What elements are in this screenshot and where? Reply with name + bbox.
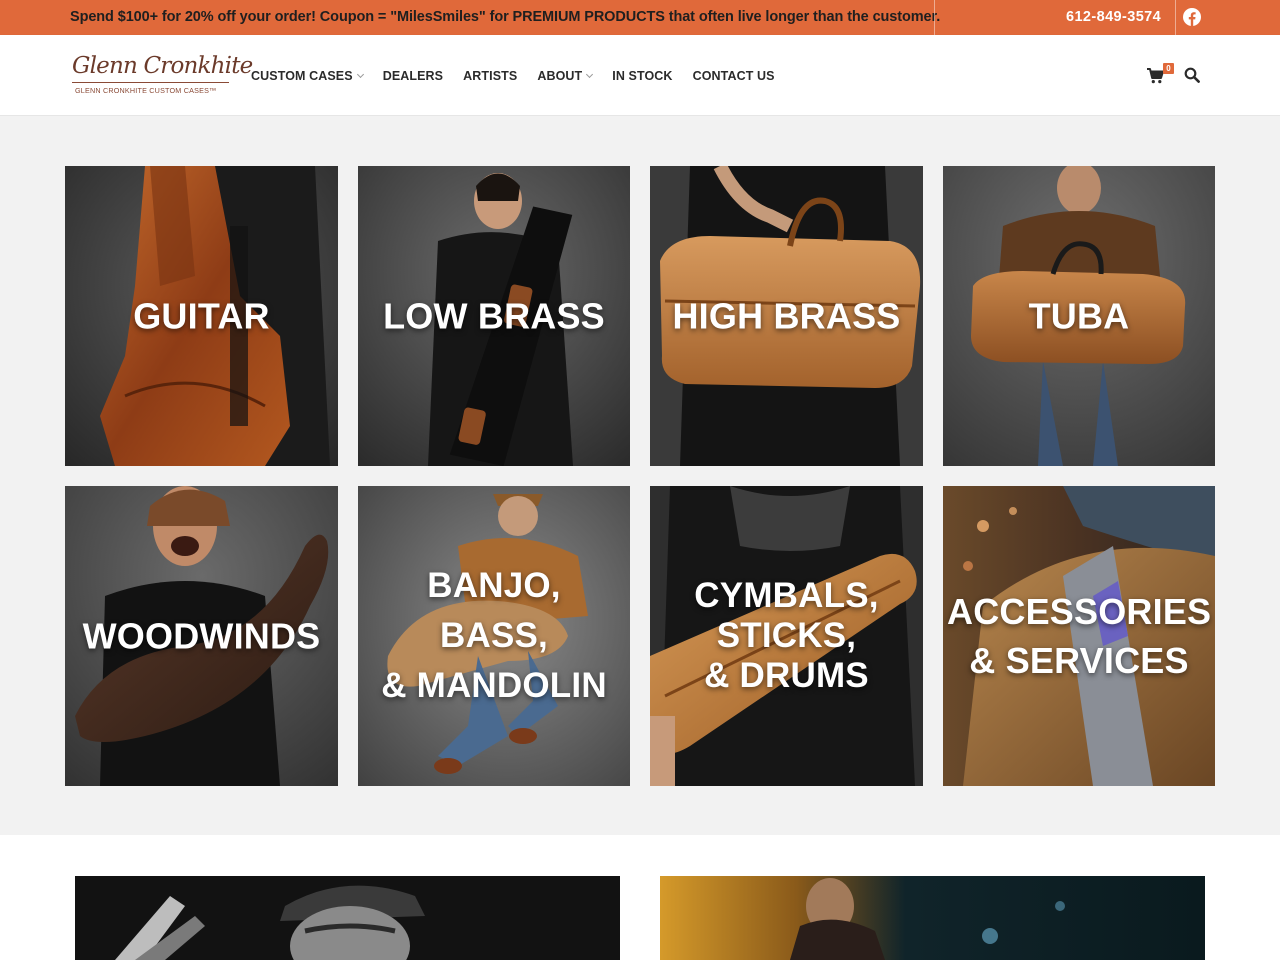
category-label: HIGH BRASS [672,295,901,337]
nav-label: ABOUT [537,68,583,83]
chevron-down-icon [356,70,364,78]
phone-link[interactable]: 612-849-3574 [1066,0,1161,34]
category-grid: GUITAR LOW BRASS HIGH BRASS TUBA WOODWIN… [0,116,1280,835]
cart-button[interactable]: 0 [1147,63,1175,86]
promo-message: Spend $100+ for 20% off your order! Coup… [70,9,941,25]
feature-card-right[interactable] [660,876,1205,960]
category-tile-woodwinds[interactable]: WOODWINDS [65,486,338,786]
divider [934,0,935,35]
nav-item-custom-cases[interactable]: CUSTOM CASES [251,68,364,83]
category-label: TUBA [1028,295,1130,337]
nav-item-about[interactable]: ABOUT [537,68,594,83]
main-nav: CUSTOM CASES DEALERS ARTISTS ABOUT IN ST… [251,35,795,116]
category-label: LOW BRASS [383,295,605,337]
category-tile-banjo-bass-mandolin[interactable]: BANJO, BASS, & MANDOLIN [358,486,630,786]
nav-item-contact-us[interactable]: CONTACT US [693,69,775,83]
nav-label: ARTISTS [463,68,518,83]
logo-rule [72,82,229,83]
category-label: CYMBALS, STICKS, & DRUMS [694,576,879,695]
category-tile-cymbals-sticks-drums[interactable]: CYMBALS, STICKS, & DRUMS [650,486,923,786]
nav-item-in-stock[interactable]: IN STOCK [612,69,672,83]
category-label: ACCESSORIES & SERVICES [947,591,1212,681]
logo-script: Glenn Cronkhite [72,53,253,79]
promo-bar: Spend $100+ for 20% off your order! Coup… [0,0,1280,35]
site-logo[interactable]: Glenn Cronkhite GLENN CRONKHITE CUSTOM C… [72,53,253,99]
category-label: WOODWINDS [82,615,321,657]
artist-night-scene-photo [660,876,1205,960]
artist-with-guitar-photo [75,876,620,960]
cart-count-badge: 0 [1163,63,1174,74]
nav-label: DEALERS [382,68,444,83]
chevron-down-icon [586,70,594,78]
category-label: GUITAR [133,295,270,337]
search-icon[interactable] [1184,67,1200,83]
facebook-icon[interactable] [1183,8,1201,26]
nav-label: CUSTOM CASES [251,68,353,83]
nav-label: IN STOCK [612,68,673,83]
divider [1175,0,1176,35]
logo-tagline: GLENN CRONKHITE CUSTOM CASES™ [75,86,217,95]
nav-label: CONTACT US [692,68,775,83]
category-tile-high-brass[interactable]: HIGH BRASS [650,166,923,466]
nav-item-dealers[interactable]: DEALERS [383,69,443,83]
category-tile-accessories-services[interactable]: ACCESSORIES & SERVICES [943,486,1215,786]
feature-section [0,835,1280,960]
category-tile-guitar[interactable]: GUITAR [65,166,338,466]
shopping-cart-icon [1147,68,1164,84]
category-label: BANJO, BASS, & MANDOLIN [381,566,607,705]
category-tile-low-brass[interactable]: LOW BRASS [358,166,630,466]
feature-card-left[interactable] [75,876,620,960]
nav-item-artists[interactable]: ARTISTS [463,69,517,83]
site-header: Glenn Cronkhite GLENN CRONKHITE CUSTOM C… [0,35,1280,116]
category-tile-tuba[interactable]: TUBA [943,166,1215,466]
